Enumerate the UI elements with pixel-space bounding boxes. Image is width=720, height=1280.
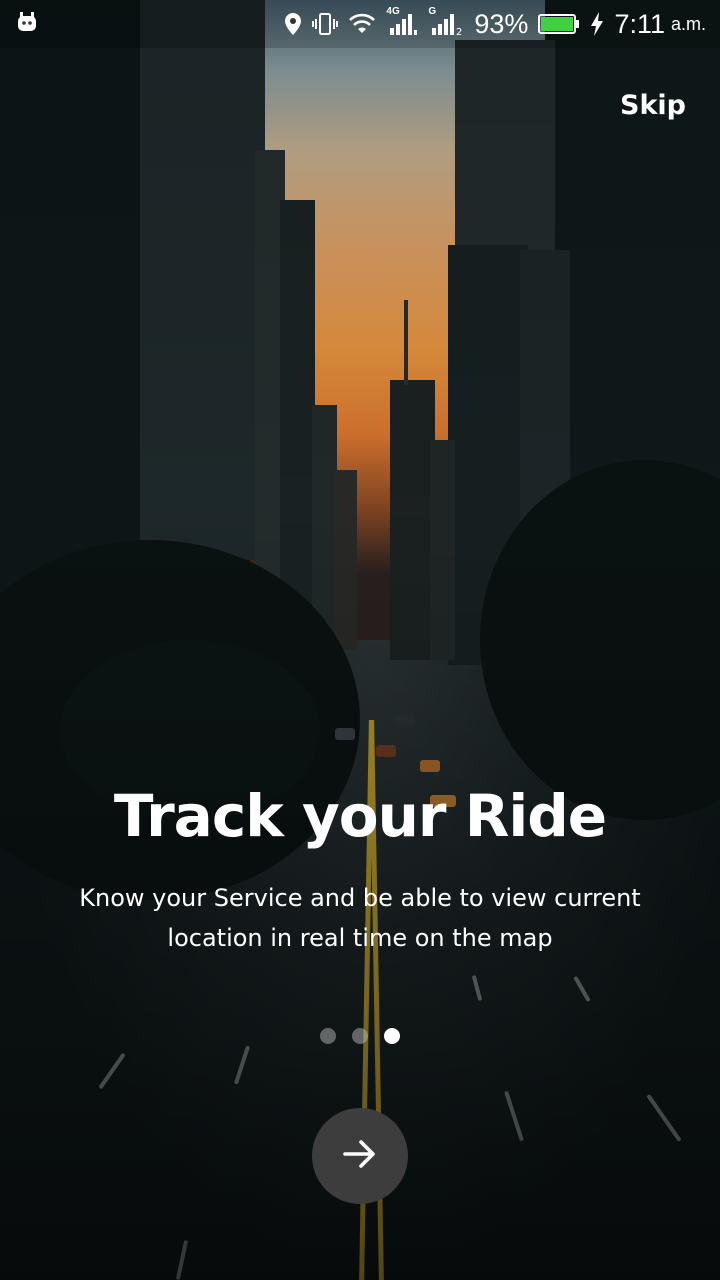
notification-app-icon (16, 11, 42, 37)
page-dot-2[interactable] (352, 1028, 368, 1044)
skip-button[interactable]: Skip (620, 90, 686, 121)
clock-time: 7:11 (614, 8, 665, 39)
signal-4g-icon: 4G (386, 6, 418, 36)
clock-ampm: a.m. (670, 13, 706, 34)
vibrate-icon (312, 11, 339, 37)
onboarding-title: Track your Ride (113, 782, 607, 850)
battery-percent: 93% (474, 8, 529, 39)
next-button[interactable] (312, 1108, 408, 1204)
wifi-icon (348, 13, 376, 35)
onboarding-description: Know your Service and be able to view cu… (79, 884, 641, 952)
page-dot-1[interactable] (320, 1028, 336, 1044)
arrow-right-icon (341, 1135, 379, 1177)
charging-icon (590, 12, 604, 36)
page-indicator (0, 1028, 720, 1044)
status-bar: 4G G 2 93% 7:11 a.m. (0, 0, 720, 48)
background-city-street-image (0, 0, 720, 1280)
network-type-label: 4G (386, 6, 400, 17)
location-icon (284, 12, 302, 36)
network-type-label: G (428, 6, 437, 17)
page-dot-3-active[interactable] (384, 1028, 400, 1044)
signal-g-icon: G 2 (428, 6, 464, 36)
dark-overlay (0, 0, 720, 1280)
svg-text:2: 2 (456, 27, 462, 36)
battery-icon (538, 13, 580, 35)
